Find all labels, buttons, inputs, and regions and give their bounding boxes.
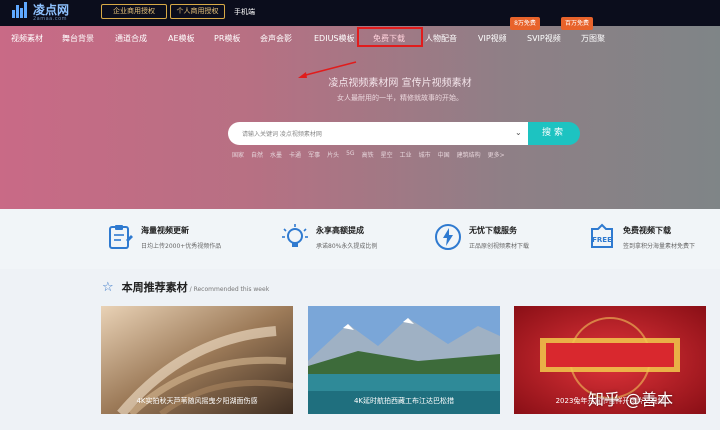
vip-badge: 8万免费	[510, 17, 540, 30]
free-tag-icon: FREE	[591, 223, 613, 248]
card-caption: 4K实拍秋天芦苇随风摇曳夕阳湖面伤感	[136, 397, 258, 405]
search-placeholder: 请输入关键词 凌点视频素材网	[242, 131, 322, 138]
feature-desc: 签到拿积分海量素材免费下	[623, 243, 696, 250]
hero-banner: 视频素材 舞台背景 通道合成 AE模板 PR模板 会声会影 EDIUS模板 免费…	[0, 17, 720, 209]
hero-slogan: 凌点视频素材网 宣传片视频素材	[328, 78, 472, 89]
star-icon: ☆	[102, 280, 114, 295]
hot-tag-more[interactable]: 更多>	[488, 150, 505, 159]
nav-item-channel[interactable]: 通道合成	[115, 33, 147, 44]
watermark: 知乎 @善本	[588, 390, 674, 409]
nav-item-voice[interactable]: 人物配音	[425, 33, 457, 44]
section-header: ☆ 本周推荐素材 / Recommended this week	[102, 279, 269, 295]
hero-subslogan: 女人最耐用的一半，精修就故事的开始。	[337, 94, 463, 102]
feature-title: 海量视频更新	[141, 226, 189, 235]
section-title: 本周推荐素材	[121, 281, 188, 294]
feature-desc: 日均上传2000+优秀视频作品	[141, 243, 222, 250]
logo-text: 凌点网	[33, 3, 70, 17]
feature-desc: 承诺80%永久提成比例	[316, 243, 378, 250]
highlight-box	[357, 27, 423, 47]
feature-title: 无忧下载服务	[469, 226, 517, 235]
feature-title: 永享高额提成	[316, 226, 364, 235]
nav-item-pr[interactable]: PR模板	[214, 33, 240, 44]
hot-tag[interactable]: 水墨	[270, 150, 282, 159]
svip-badge: 百万免费	[561, 17, 593, 30]
hot-tags: 国家 自然 水墨 卡通 军事 片头 5G 高铁 星空 工业 城市 中国 建筑结构…	[232, 150, 505, 159]
nav-item-svip[interactable]: SVIP视频	[527, 33, 561, 44]
hot-tag[interactable]: 高铁	[362, 150, 374, 159]
personal-license-button[interactable]: 个人商用授权	[170, 4, 225, 19]
features-strip: 海量视频更新 日均上传2000+优秀视频作品 永享高额提成 承诺80%永久提成比…	[0, 209, 720, 269]
logo-bars-icon	[12, 2, 30, 18]
nav-item-video[interactable]: 视频素材	[11, 33, 43, 44]
lightbulb-icon	[282, 224, 308, 247]
search-button[interactable]: 搜索	[528, 122, 580, 145]
nav-item-wantu[interactable]: 万图聚	[581, 33, 605, 44]
nav-item-stage[interactable]: 舞台背景	[62, 33, 94, 44]
hot-tag[interactable]: 城市	[419, 150, 431, 159]
mobile-link[interactable]: 手机端	[234, 7, 255, 17]
svg-text:FREE: FREE	[592, 236, 612, 244]
search-input[interactable]: 请输入关键词 凌点视频素材网 ⌄	[228, 122, 530, 145]
hot-tag[interactable]: 星空	[381, 150, 393, 159]
hot-tag[interactable]: 军事	[308, 150, 320, 159]
nav-item-ae[interactable]: AE模板	[168, 33, 195, 44]
hot-tag[interactable]: 建筑结构	[457, 150, 481, 159]
hot-tag[interactable]: 中国	[438, 150, 450, 159]
hot-tag[interactable]: 自然	[251, 150, 263, 159]
lightning-icon	[435, 224, 461, 250]
chevron-down-icon[interactable]: ⌄	[515, 128, 522, 137]
clipboard-icon	[109, 225, 133, 249]
top-bar: 凌点网 2amaa.com 企业商用授权 个人商用授权 手机端	[0, 0, 720, 26]
logo-subtext: 2amaa.com	[33, 16, 68, 22]
hot-tag[interactable]: 工业	[400, 150, 412, 159]
hot-tag[interactable]: 国家	[232, 150, 244, 159]
nav-item-edius[interactable]: EDIUS模板	[314, 33, 355, 44]
hot-tag[interactable]: 卡通	[289, 150, 301, 159]
enterprise-license-button[interactable]: 企业商用授权	[101, 4, 167, 19]
hot-tag[interactable]: 片头	[327, 150, 339, 159]
search-bar: 请输入关键词 凌点视频素材网 ⌄ 搜索	[228, 122, 580, 145]
feature-title: 免费视频下载	[623, 226, 671, 235]
site-logo[interactable]: 凌点网 2amaa.com	[12, 2, 70, 22]
video-card[interactable]: 4K实拍秋天芦苇随风摇曳夕阳湖面伤感	[101, 306, 293, 414]
nav-item-huisheng[interactable]: 会声会影	[260, 33, 292, 44]
section-subtitle: / Recommended this week	[189, 286, 270, 293]
nav-item-vip[interactable]: VIP视频	[478, 33, 507, 44]
hot-tag[interactable]: 5G	[346, 150, 354, 159]
feature-desc: 正品原创视频素材下载	[469, 243, 530, 250]
card-caption: 4K延时航拍西藏工布江达巴松措	[353, 397, 455, 405]
video-card[interactable]: 4K延时航拍西藏工布江达巴松措	[308, 306, 500, 414]
